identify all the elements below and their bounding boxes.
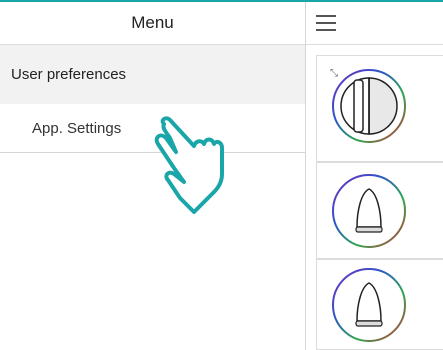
section-header: User preferences: [0, 45, 305, 104]
hamburger-menu-icon[interactable]: [316, 15, 336, 31]
user-preferences-section: User preferences App. Settings: [0, 45, 305, 153]
menu-panel: Menu User preferences App. Settings: [0, 2, 305, 350]
menu-title: Menu: [0, 2, 305, 45]
bell-device-icon: [332, 268, 406, 342]
device-panel: ⤡: [306, 2, 443, 350]
device-detail-icon: [332, 69, 406, 143]
device-card[interactable]: [316, 259, 443, 350]
menu-item-app-settings[interactable]: App. Settings: [0, 104, 305, 152]
bell-device-icon: [332, 174, 406, 248]
device-card[interactable]: ⤡: [316, 55, 443, 162]
device-card[interactable]: [316, 162, 443, 259]
device-topbar: [306, 2, 443, 45]
